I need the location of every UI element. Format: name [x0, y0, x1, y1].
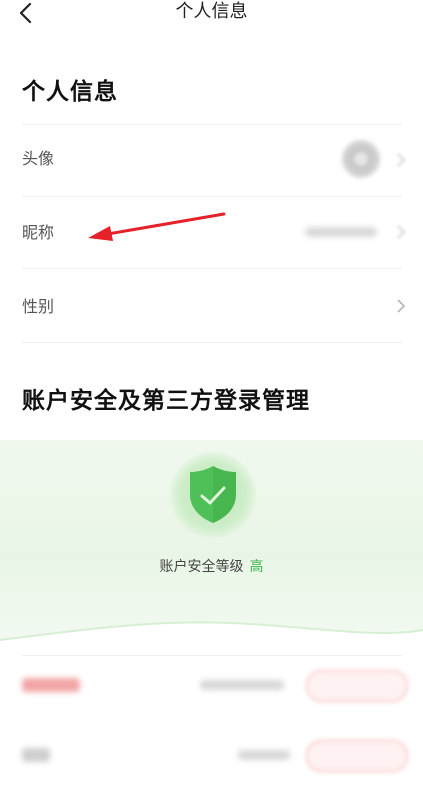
nav-bar: 个人信息 — [0, 0, 423, 30]
blurred-row-label — [22, 678, 80, 692]
blurred-account-row[interactable] — [0, 656, 423, 726]
blurred-row-value — [238, 750, 290, 760]
shield-check-icon — [190, 466, 236, 523]
wave-decoration — [0, 621, 423, 660]
blurred-action-button[interactable] — [306, 670, 408, 702]
nickname-label: 昵称 — [22, 223, 55, 242]
security-level-text: 账户安全等级高 — [0, 556, 423, 576]
annotation-arrow-icon — [88, 212, 226, 241]
blurred-row-label — [22, 748, 50, 762]
shield-badge — [170, 452, 256, 538]
chevron-right-icon — [397, 299, 406, 313]
nickname-value-blurred — [305, 227, 377, 237]
divider — [22, 342, 402, 343]
avatar[interactable] — [342, 140, 380, 178]
nav-title: 个人信息 — [175, 1, 248, 22]
blurred-account-row[interactable] — [0, 722, 423, 792]
personal-info-heading: 个人信息 — [22, 79, 118, 105]
security-heading: 账户安全及第三方登录管理 — [22, 388, 310, 414]
gender-label: 性别 — [22, 297, 55, 316]
gender-row[interactable]: 性别 — [0, 268, 423, 338]
chevron-right-icon — [397, 225, 406, 239]
blurred-row-value — [200, 680, 284, 690]
blurred-action-button[interactable] — [306, 740, 408, 772]
avatar-label: 头像 — [22, 149, 55, 168]
chevron-right-icon — [397, 153, 406, 167]
security-level-label: 账户安全等级 — [159, 559, 244, 575]
security-level-value: 高 — [249, 559, 264, 575]
